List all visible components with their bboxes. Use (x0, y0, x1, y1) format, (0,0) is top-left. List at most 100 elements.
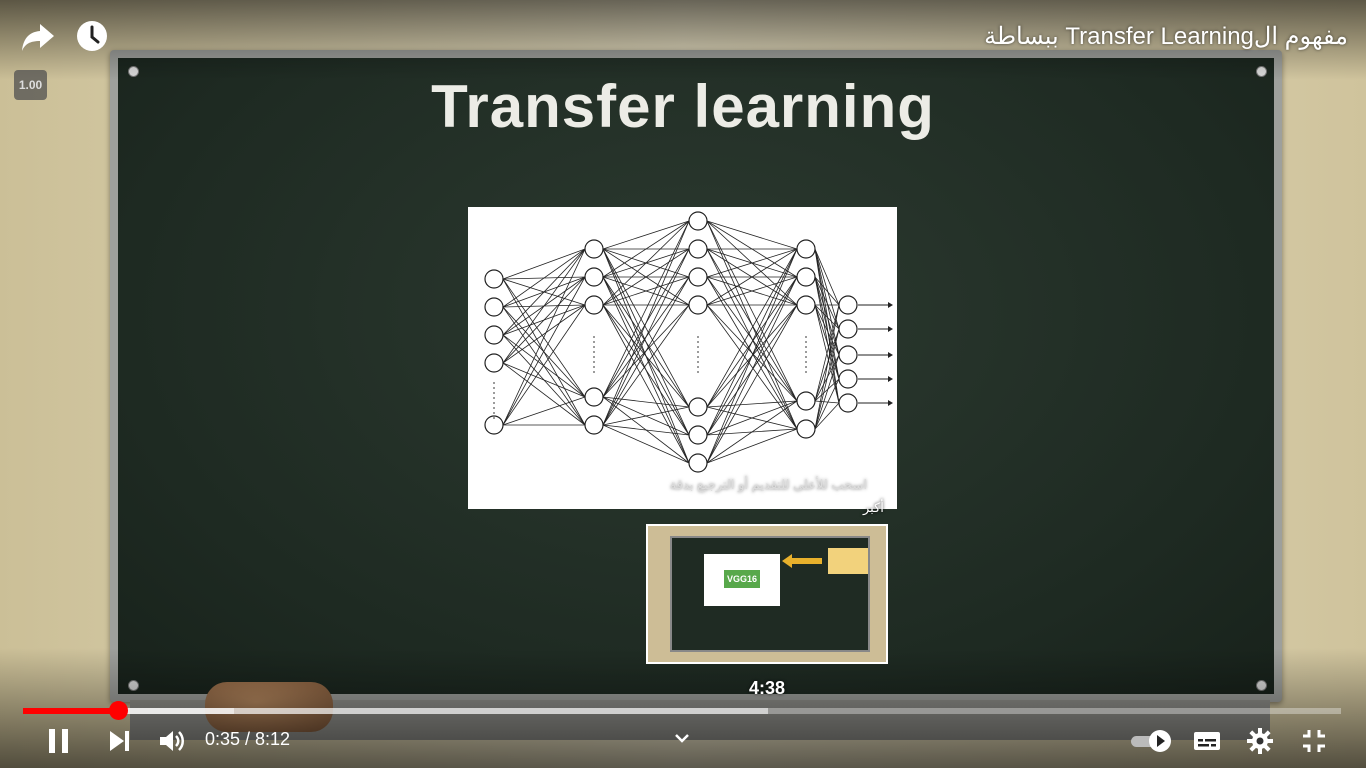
next-button[interactable] (104, 726, 134, 756)
connection (502, 334, 586, 398)
neuron (688, 267, 708, 287)
ellipsis-dot (805, 366, 807, 368)
share-icon (22, 24, 54, 51)
ellipsis-dot (493, 397, 495, 399)
neuron (838, 319, 858, 339)
ellipsis-dot (493, 392, 495, 394)
connection (602, 248, 690, 426)
playback-speed-badge: 1.00 (14, 70, 47, 100)
connection (502, 362, 586, 426)
watch-later-button[interactable] (75, 19, 109, 58)
progress-bar[interactable] (23, 708, 1341, 714)
output-arrow-head (888, 302, 893, 308)
ellipsis-dot (493, 387, 495, 389)
neuron (838, 369, 858, 389)
ellipsis-dot (493, 407, 495, 409)
connection (602, 304, 690, 408)
neuron (688, 239, 708, 259)
neuron (484, 353, 504, 373)
neuron (584, 415, 604, 435)
neuron (584, 267, 604, 287)
neuron (584, 239, 604, 259)
connection (706, 220, 798, 402)
captions-button[interactable] (1192, 726, 1222, 756)
output-arrow-head (888, 352, 893, 358)
output-arrow-head (888, 326, 893, 332)
clock-icon (77, 21, 107, 51)
seek-hint-text: اسحب للأعلى للتقديم أو الترجيع بدقة (669, 477, 867, 492)
preview-arrow (788, 558, 822, 564)
chevron-button[interactable] (670, 728, 694, 748)
autoplay-toggle-icon (1131, 730, 1171, 752)
ellipsis-dot (493, 417, 495, 419)
neuron (796, 295, 816, 315)
output-arrow-head (888, 376, 893, 382)
neuron (838, 393, 858, 413)
connection (502, 248, 586, 308)
captions-icon (1194, 732, 1220, 750)
connection (502, 248, 586, 426)
seek-hint-text-continued: أكبر (863, 500, 884, 515)
connection (602, 220, 690, 250)
neuron (796, 419, 816, 439)
ellipsis-dot (593, 356, 595, 358)
neuron (584, 387, 604, 407)
connection (814, 276, 840, 380)
gear-icon (1247, 728, 1273, 754)
connection (502, 304, 586, 364)
settings-button[interactable] (1245, 726, 1275, 756)
ellipsis-dot (805, 351, 807, 353)
next-icon (110, 731, 129, 751)
connection (814, 402, 840, 430)
output-arrow-head (888, 400, 893, 406)
ellipsis-dot (697, 356, 699, 358)
ellipsis-dot (697, 341, 699, 343)
time-display: 0:35 / 8:12 (205, 729, 291, 749)
board-screw (128, 680, 139, 691)
neuron (688, 295, 708, 315)
seek-preview-thumbnail: VGG16 (646, 524, 888, 664)
autoplay-toggle[interactable] (1128, 726, 1174, 756)
ellipsis-dot (493, 402, 495, 404)
connection (706, 220, 798, 250)
neuron (688, 425, 708, 445)
volume-button[interactable] (157, 726, 187, 756)
ellipsis-dot (697, 371, 699, 373)
neuron (688, 453, 708, 473)
ellipsis-dot (805, 341, 807, 343)
connection (502, 278, 586, 398)
video-title[interactable]: مفهوم الTransfer Learning ببساطة (984, 22, 1348, 51)
slide-title: Transfer learning (431, 73, 935, 140)
ellipsis-dot (805, 361, 807, 363)
ellipsis-dot (593, 371, 595, 373)
connection (814, 248, 840, 380)
progress-played (23, 708, 118, 714)
ellipsis-dot (593, 346, 595, 348)
ellipsis-dot (593, 341, 595, 343)
ellipsis-dot (805, 371, 807, 373)
neuron (838, 345, 858, 365)
exit-fullscreen-icon (1303, 730, 1325, 752)
preview-chip: VGG16 (724, 570, 760, 588)
ellipsis-dot (493, 382, 495, 384)
ellipsis-dot (593, 361, 595, 363)
connection (706, 276, 798, 402)
share-button[interactable] (20, 20, 56, 59)
exit-fullscreen-button[interactable] (1299, 726, 1329, 756)
pause-button[interactable] (44, 726, 74, 756)
ellipsis-dot (593, 366, 595, 368)
progress-scrubber[interactable] (108, 701, 128, 720)
ellipsis-dot (697, 346, 699, 348)
connection (502, 248, 586, 364)
board-screw (1256, 680, 1267, 691)
neuron (796, 239, 816, 259)
volume-icon (160, 731, 184, 751)
neuron (838, 295, 858, 315)
connection (602, 276, 690, 426)
neuron (484, 269, 504, 289)
seek-preview-time: 4:38 (748, 678, 786, 698)
neural-network-diagram: اسحب للأعلى للتقديم أو الترجيع بدقة (468, 207, 897, 509)
eraser (205, 682, 333, 732)
connection (602, 220, 690, 306)
neuron (796, 267, 816, 287)
